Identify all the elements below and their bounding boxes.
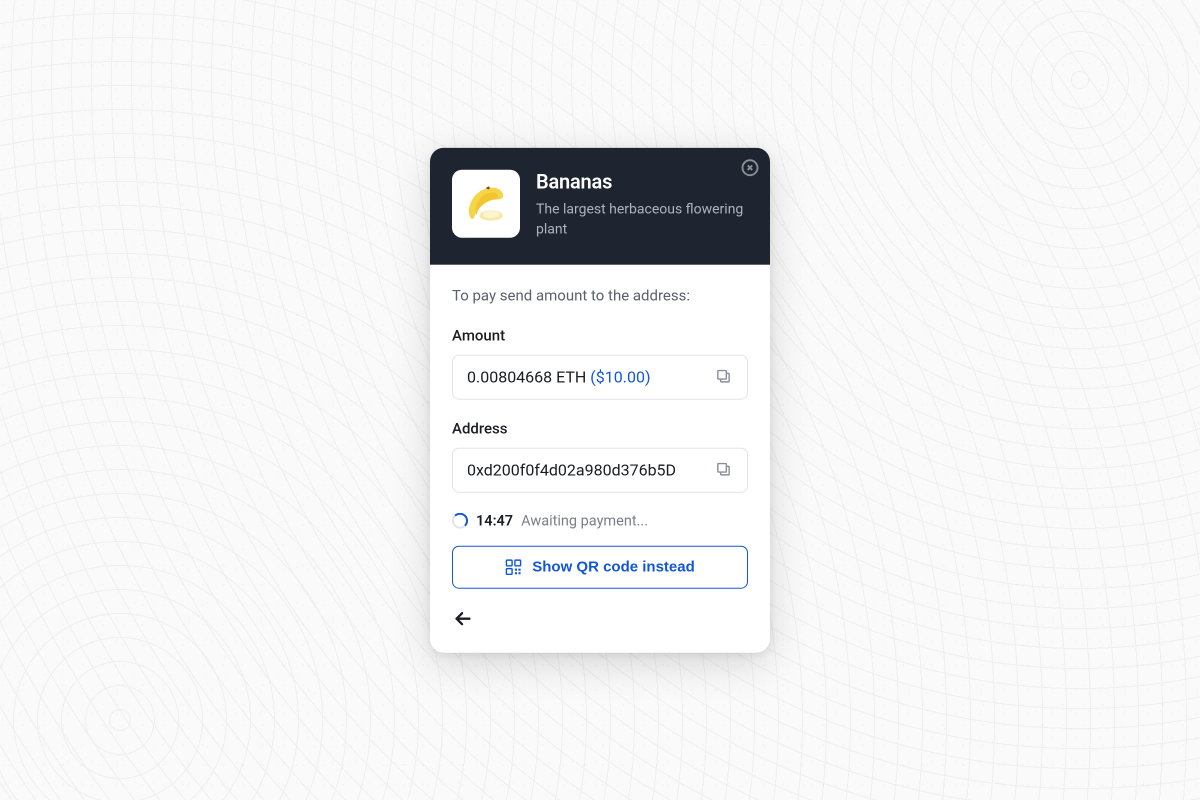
instruction-text: To pay send amount to the address: <box>452 286 748 304</box>
address-value: 0xd200f0f4d02a980d376b5D <box>467 460 705 479</box>
banana-icon <box>459 177 513 231</box>
qr-icon <box>505 558 522 575</box>
product-thumbnail <box>452 170 520 238</box>
spinner-icon <box>452 513 468 529</box>
copy-address-button[interactable] <box>715 461 733 479</box>
copy-amount-button[interactable] <box>715 368 733 386</box>
amount-value: 0.00804668 ETH ($10.00) <box>467 367 705 386</box>
arrow-left-icon <box>452 607 474 629</box>
amount-group: Amount 0.00804668 ETH ($10.00) <box>452 326 748 399</box>
countdown-timer: 14:47 <box>476 512 513 529</box>
back-button[interactable] <box>452 606 480 630</box>
copy-icon <box>715 461 732 478</box>
close-icon <box>741 159 759 177</box>
amount-label: Amount <box>452 326 748 344</box>
copy-icon <box>715 368 732 385</box>
amount-crypto: 0.00804668 ETH <box>467 367 590 386</box>
address-label: Address <box>452 419 748 437</box>
close-button[interactable] <box>740 158 760 178</box>
status-text: Awaiting payment... <box>521 512 648 529</box>
address-field: 0xd200f0f4d02a980d376b5D <box>452 447 748 492</box>
header-text: Bananas The largest herbaceous flowering… <box>536 170 748 241</box>
payment-card: Bananas The largest herbaceous flowering… <box>430 148 770 653</box>
status-row: 14:47 Awaiting payment... <box>452 512 748 529</box>
qr-button-label: Show QR code instead <box>532 558 695 575</box>
card-header: Bananas The largest herbaceous flowering… <box>430 148 770 265</box>
product-subtitle: The largest herbaceous flowering plant <box>536 200 748 241</box>
show-qr-button[interactable]: Show QR code instead <box>452 545 748 588</box>
address-group: Address 0xd200f0f4d02a980d376b5D <box>452 419 748 492</box>
card-body: To pay send amount to the address: Amoun… <box>430 264 770 652</box>
product-title: Bananas <box>536 170 748 194</box>
amount-fiat: ($10.00) <box>590 367 650 386</box>
amount-field: 0.00804668 ETH ($10.00) <box>452 354 748 399</box>
